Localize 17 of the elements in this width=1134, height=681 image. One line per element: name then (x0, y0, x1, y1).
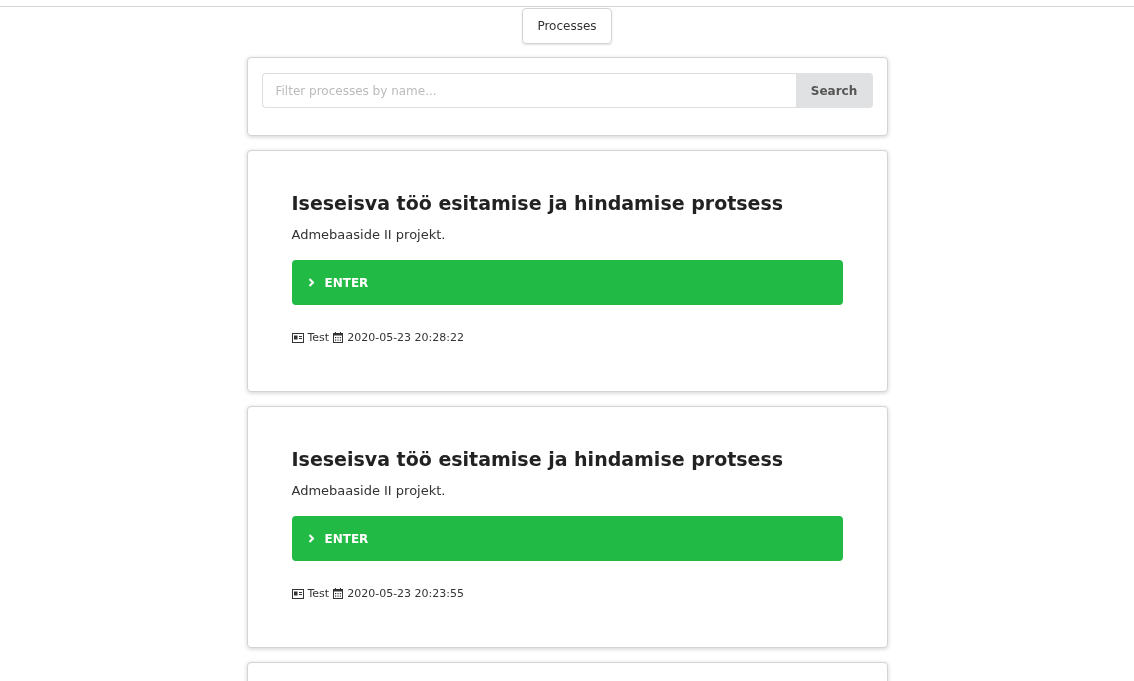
process-date: 2020-05-23 20:28:22 (347, 331, 464, 344)
search-button[interactable]: Search (795, 73, 873, 108)
id-card-icon (291, 588, 304, 599)
process-description: Admebaaside II projekt. (291, 483, 447, 498)
process-date: 2020-05-23 20:23:55 (347, 587, 464, 600)
calendar-icon (333, 332, 344, 343)
author-name: Test (307, 587, 330, 600)
calendar-icon (333, 588, 344, 599)
search-field[interactable]: Filter processes by name... (261, 73, 796, 108)
process-title: Iseseisva töö esitamise ja hindamise protsess (291, 447, 785, 472)
chevron-icon (307, 534, 315, 543)
author-name: Test (307, 331, 330, 344)
process-title: Iseseisva töö esitamise ja hindamise protsess (291, 191, 785, 216)
processes-tab[interactable]: Processes (522, 8, 612, 44)
chevron-icon (307, 278, 315, 287)
id-card-icon (291, 332, 304, 343)
process-description: Admebaaside II projekt. (291, 227, 447, 242)
